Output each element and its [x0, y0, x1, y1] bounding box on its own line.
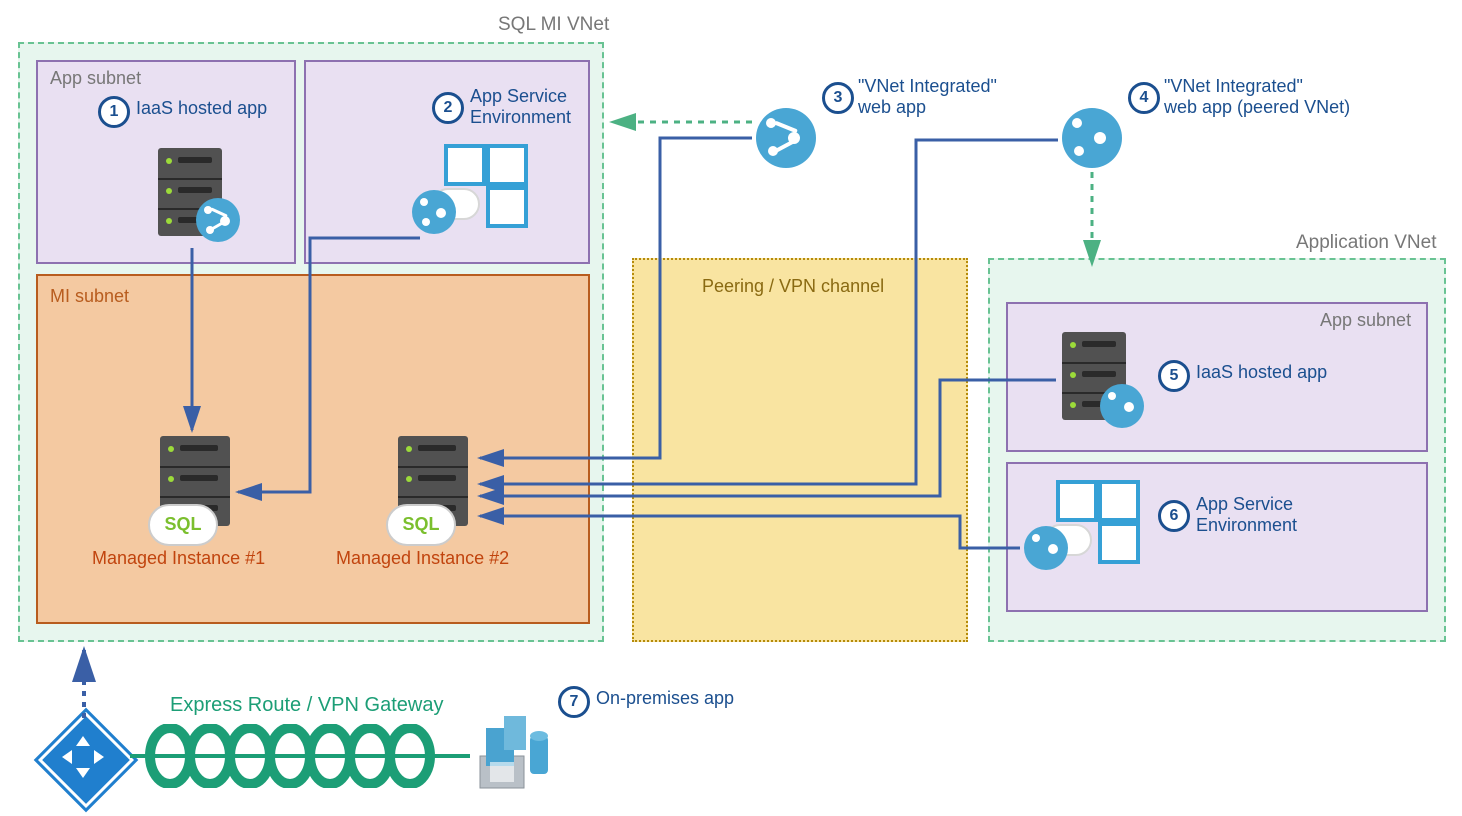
- express-route-spiral-icon: [130, 724, 470, 788]
- item5-label: IaaS hosted app: [1196, 362, 1327, 383]
- gateway-arrows-icon: [56, 730, 110, 784]
- mi-subnet-label: MI subnet: [50, 286, 129, 307]
- web-icon: [412, 190, 456, 234]
- badge-3: 3: [822, 82, 854, 114]
- sql-vnet-app-subnet-label: App subnet: [50, 68, 141, 89]
- item2-label: App Service Environment: [470, 86, 571, 128]
- on-premises-icon: [474, 706, 560, 792]
- badge-1: 1: [98, 96, 130, 128]
- mi2-label: Managed Instance #2: [336, 548, 509, 569]
- badge-4: 4: [1128, 82, 1160, 114]
- application-vnet-title: Application VNet: [1296, 232, 1436, 254]
- app-vnet-app-subnet-label: App subnet: [1320, 310, 1411, 331]
- badge-5: 5: [1158, 360, 1190, 392]
- web-icon: [1024, 526, 1068, 570]
- badge-7: 7: [558, 686, 590, 718]
- peering-label: Peering / VPN channel: [702, 276, 884, 297]
- expressroute-label: Express Route / VPN Gateway: [170, 694, 443, 717]
- web-icon: [196, 198, 240, 242]
- item6-label: App Service Environment: [1196, 494, 1297, 536]
- mi-subnet-box: [36, 274, 590, 624]
- mi1-label: Managed Instance #1: [92, 548, 265, 569]
- sql-mi-vnet-title: SQL MI VNet: [498, 14, 609, 36]
- web-icon: [756, 108, 816, 168]
- sql-cloud-icon: SQL: [148, 504, 218, 546]
- web-icon: [1100, 384, 1144, 428]
- item7-label: On-premises app: [596, 688, 734, 709]
- web-icon: [1062, 108, 1122, 168]
- badge-2: 2: [432, 92, 464, 124]
- badge-6: 6: [1158, 500, 1190, 532]
- sql-cloud-icon: SQL: [386, 504, 456, 546]
- peering-channel-box: [632, 258, 968, 642]
- item1-label: IaaS hosted app: [136, 98, 267, 119]
- item3-label: "VNet Integrated" web app: [858, 76, 997, 118]
- item4-label: "VNet Integrated" web app (peered VNet): [1164, 76, 1350, 118]
